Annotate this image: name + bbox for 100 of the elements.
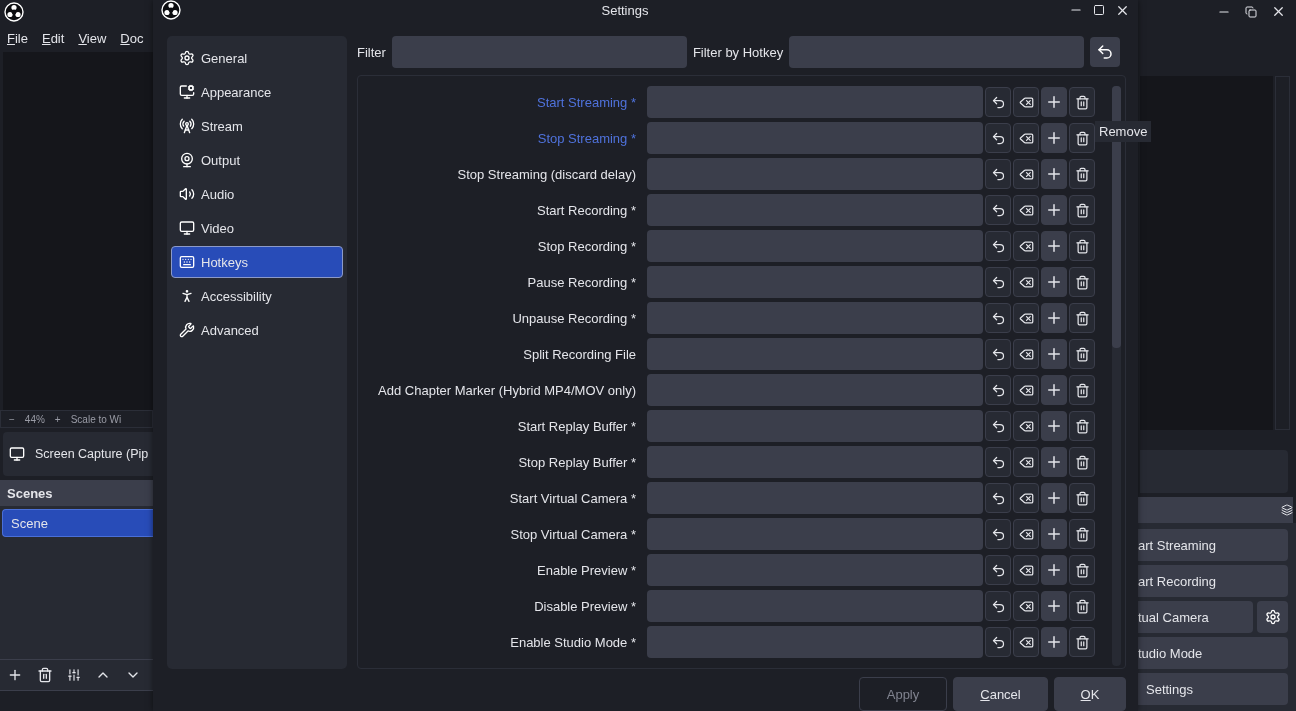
- hotkey-field[interactable]: [647, 626, 983, 658]
- clear-button[interactable]: [1013, 483, 1039, 513]
- hotkey-field[interactable]: [647, 230, 983, 262]
- remove-button[interactable]: [1069, 267, 1095, 297]
- hotkey-field[interactable]: [647, 446, 983, 478]
- clear-button[interactable]: [1013, 231, 1039, 261]
- hotkey-field[interactable]: [647, 266, 983, 298]
- sidebar-item[interactable]: Video: [171, 212, 343, 244]
- hotkey-field[interactable]: [647, 482, 983, 514]
- dialog-button[interactable]: OK: [1054, 677, 1126, 711]
- reset-button[interactable]: [1090, 37, 1121, 67]
- hotkey-filter-field[interactable]: [789, 36, 1085, 68]
- control-button[interactable]: Settings: [1138, 673, 1288, 705]
- clear-button[interactable]: [1013, 267, 1039, 297]
- add-button[interactable]: [1041, 159, 1067, 189]
- clear-button[interactable]: [1013, 375, 1039, 405]
- sidebar-item[interactable]: Audio: [171, 178, 343, 210]
- menu-item[interactable]: File: [7, 30, 28, 46]
- source-name[interactable]: Screen Capture (Pip: [35, 447, 149, 461]
- hotkey-field[interactable]: [647, 194, 983, 226]
- revert-button[interactable]: [985, 267, 1011, 297]
- control-button[interactable]: art Recording: [1138, 565, 1288, 597]
- revert-button[interactable]: [985, 303, 1011, 333]
- remove-button[interactable]: [1069, 195, 1095, 225]
- revert-button[interactable]: [985, 339, 1011, 369]
- sidebar-item[interactable]: Accessibility: [171, 280, 343, 312]
- scale-dropdown[interactable]: Scale to Wi: [70, 413, 122, 425]
- revert-button[interactable]: [985, 519, 1011, 549]
- sidebar-item[interactable]: General: [171, 42, 343, 74]
- clear-button[interactable]: [1013, 627, 1039, 657]
- revert-button[interactable]: [985, 87, 1011, 117]
- zoom-in-button[interactable]: +: [54, 413, 61, 425]
- dialog-button[interactable]: Cancel: [953, 677, 1048, 711]
- menu-item[interactable]: View: [78, 30, 107, 46]
- remove-button[interactable]: [1069, 411, 1095, 441]
- add-button[interactable]: [1041, 519, 1067, 549]
- revert-button[interactable]: [985, 159, 1011, 189]
- control-button[interactable]: tudio Mode: [1138, 637, 1288, 669]
- add-button[interactable]: [1041, 339, 1067, 369]
- add-button[interactable]: [1041, 483, 1067, 513]
- add-button[interactable]: [1041, 87, 1067, 117]
- clear-button[interactable]: [1013, 303, 1039, 333]
- revert-button[interactable]: [985, 195, 1011, 225]
- menu-item[interactable]: Doc: [120, 30, 144, 46]
- maximize-icon[interactable]: [1093, 4, 1105, 16]
- settings-button[interactable]: [1257, 601, 1288, 633]
- sidebar-item[interactable]: Appearance: [171, 76, 343, 108]
- clear-button[interactable]: [1013, 339, 1039, 369]
- clear-button[interactable]: [1013, 519, 1039, 549]
- zoom-out-button[interactable]: −: [9, 413, 15, 425]
- hotkey-field[interactable]: [647, 554, 983, 586]
- scene-item[interactable]: Scene: [2, 509, 153, 537]
- revert-button[interactable]: [985, 375, 1011, 405]
- restore-icon[interactable]: [1245, 5, 1257, 18]
- revert-button[interactable]: [985, 483, 1011, 513]
- add-button[interactable]: [1041, 231, 1067, 261]
- revert-button[interactable]: [985, 231, 1011, 261]
- clear-button[interactable]: [1013, 447, 1039, 477]
- revert-button[interactable]: [985, 447, 1011, 477]
- remove-button[interactable]: [1069, 555, 1095, 585]
- add-button[interactable]: [1041, 375, 1067, 405]
- add-button[interactable]: [1041, 123, 1067, 153]
- clear-button[interactable]: [1013, 555, 1039, 585]
- add-button[interactable]: [1041, 411, 1067, 441]
- revert-button[interactable]: [985, 411, 1011, 441]
- clear-button[interactable]: [1013, 123, 1039, 153]
- clear-button[interactable]: [1013, 411, 1039, 441]
- plus-icon[interactable]: [7, 667, 23, 683]
- add-button[interactable]: [1041, 303, 1067, 333]
- trash-icon[interactable]: [37, 667, 53, 683]
- hotkey-field[interactable]: [647, 122, 983, 154]
- control-button[interactable]: art Streaming: [1138, 529, 1288, 561]
- add-button[interactable]: [1041, 627, 1067, 657]
- clear-button[interactable]: [1013, 195, 1039, 225]
- remove-button[interactable]: [1069, 483, 1095, 513]
- clear-button[interactable]: [1013, 87, 1039, 117]
- hotkey-field[interactable]: [647, 410, 983, 442]
- remove-button[interactable]: [1069, 627, 1095, 657]
- sidebar-item[interactable]: Advanced: [171, 314, 343, 346]
- hotkey-field[interactable]: [647, 158, 983, 190]
- remove-button[interactable]: [1069, 303, 1095, 333]
- filter-field[interactable]: [391, 36, 687, 68]
- sidebar-item[interactable]: Stream: [171, 110, 343, 142]
- revert-button[interactable]: [985, 123, 1011, 153]
- remove-button[interactable]: [1069, 231, 1095, 261]
- revert-button[interactable]: [985, 591, 1011, 621]
- remove-button[interactable]: [1069, 447, 1095, 477]
- hotkey-field[interactable]: [647, 518, 983, 550]
- remove-button[interactable]: [1069, 159, 1095, 189]
- add-button[interactable]: [1041, 267, 1067, 297]
- add-button[interactable]: [1041, 591, 1067, 621]
- hotkey-field[interactable]: [647, 302, 983, 334]
- menu-item[interactable]: Edit: [41, 30, 65, 46]
- hotkey-field[interactable]: [647, 374, 983, 406]
- add-button[interactable]: [1041, 195, 1067, 225]
- hotkey-field[interactable]: [647, 590, 983, 622]
- remove-button[interactable]: [1069, 123, 1095, 153]
- sidebar-item[interactable]: Output: [171, 144, 343, 176]
- control-button[interactable]: tual Camera: [1138, 601, 1253, 633]
- revert-button[interactable]: [985, 555, 1011, 585]
